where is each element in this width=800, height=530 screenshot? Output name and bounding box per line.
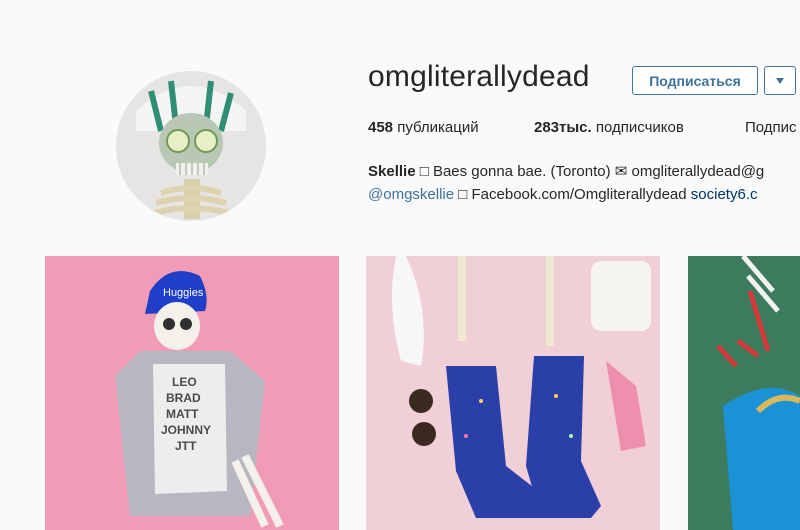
rain-boots-photo [366,256,660,530]
followers-count: 283тыс. [534,119,592,136]
bio-line-1: Skellie □ Baes gonna bae. (Toronto) ✉ om… [368,160,764,183]
posts-label: публикаций [397,119,479,136]
bio-facebook: Facebook.com/Omgliterallydead [471,186,687,203]
profile-username: omgliterallydead [368,60,590,93]
bio-website-link[interactable]: society6.c [691,186,758,203]
shirt-line-3: MATT [166,407,199,421]
skeleton-beanie-photo: Huggies LEO BRAD MATT JOHNNY JTT [45,256,339,530]
emoji-icon: □ [458,186,468,203]
photo-tile-3[interactable] [688,256,800,530]
posts-stat: 458 публикаций [368,119,479,136]
hat-label: Huggies [163,287,204,299]
followers-stat[interactable]: 283тыс. подписчиков [534,119,684,136]
bio-name: Skellie [368,163,416,180]
shirt-line-5: JTT [175,439,197,453]
dropdown-triangle-icon [776,77,784,84]
following-label: Подпис [745,119,797,136]
skull-avatar-image [116,71,266,221]
shirt-line-1: LEO [172,375,197,389]
followers-label: подписчиков [595,119,684,136]
following-stat[interactable]: Подпис [745,119,797,136]
posts-count: 458 [368,119,394,136]
photo-tile-2[interactable] [366,256,660,530]
profile-avatar[interactable] [116,71,266,221]
shirt-line-4: JOHNNY [161,423,211,437]
bio-line-2: @omgskellie □ Facebook.com/Omgliterallyd… [368,183,764,206]
bio-mention-link[interactable]: @omgskellie [368,186,454,203]
bio-text: Baes gonna bae. (Toronto) ✉ omgliterally… [432,163,765,180]
profile-bio: Skellie □ Baes gonna bae. (Toronto) ✉ om… [368,160,764,206]
follow-dropdown-button[interactable] [764,66,796,95]
shirt-line-2: BRAD [166,391,201,405]
emoji-icon: □ [419,163,429,180]
follow-button[interactable]: Подписаться [632,66,758,95]
photo-tile-1[interactable]: Huggies LEO BRAD MATT JOHNNY JTT [45,256,339,530]
gift-bag-photo [688,256,800,530]
